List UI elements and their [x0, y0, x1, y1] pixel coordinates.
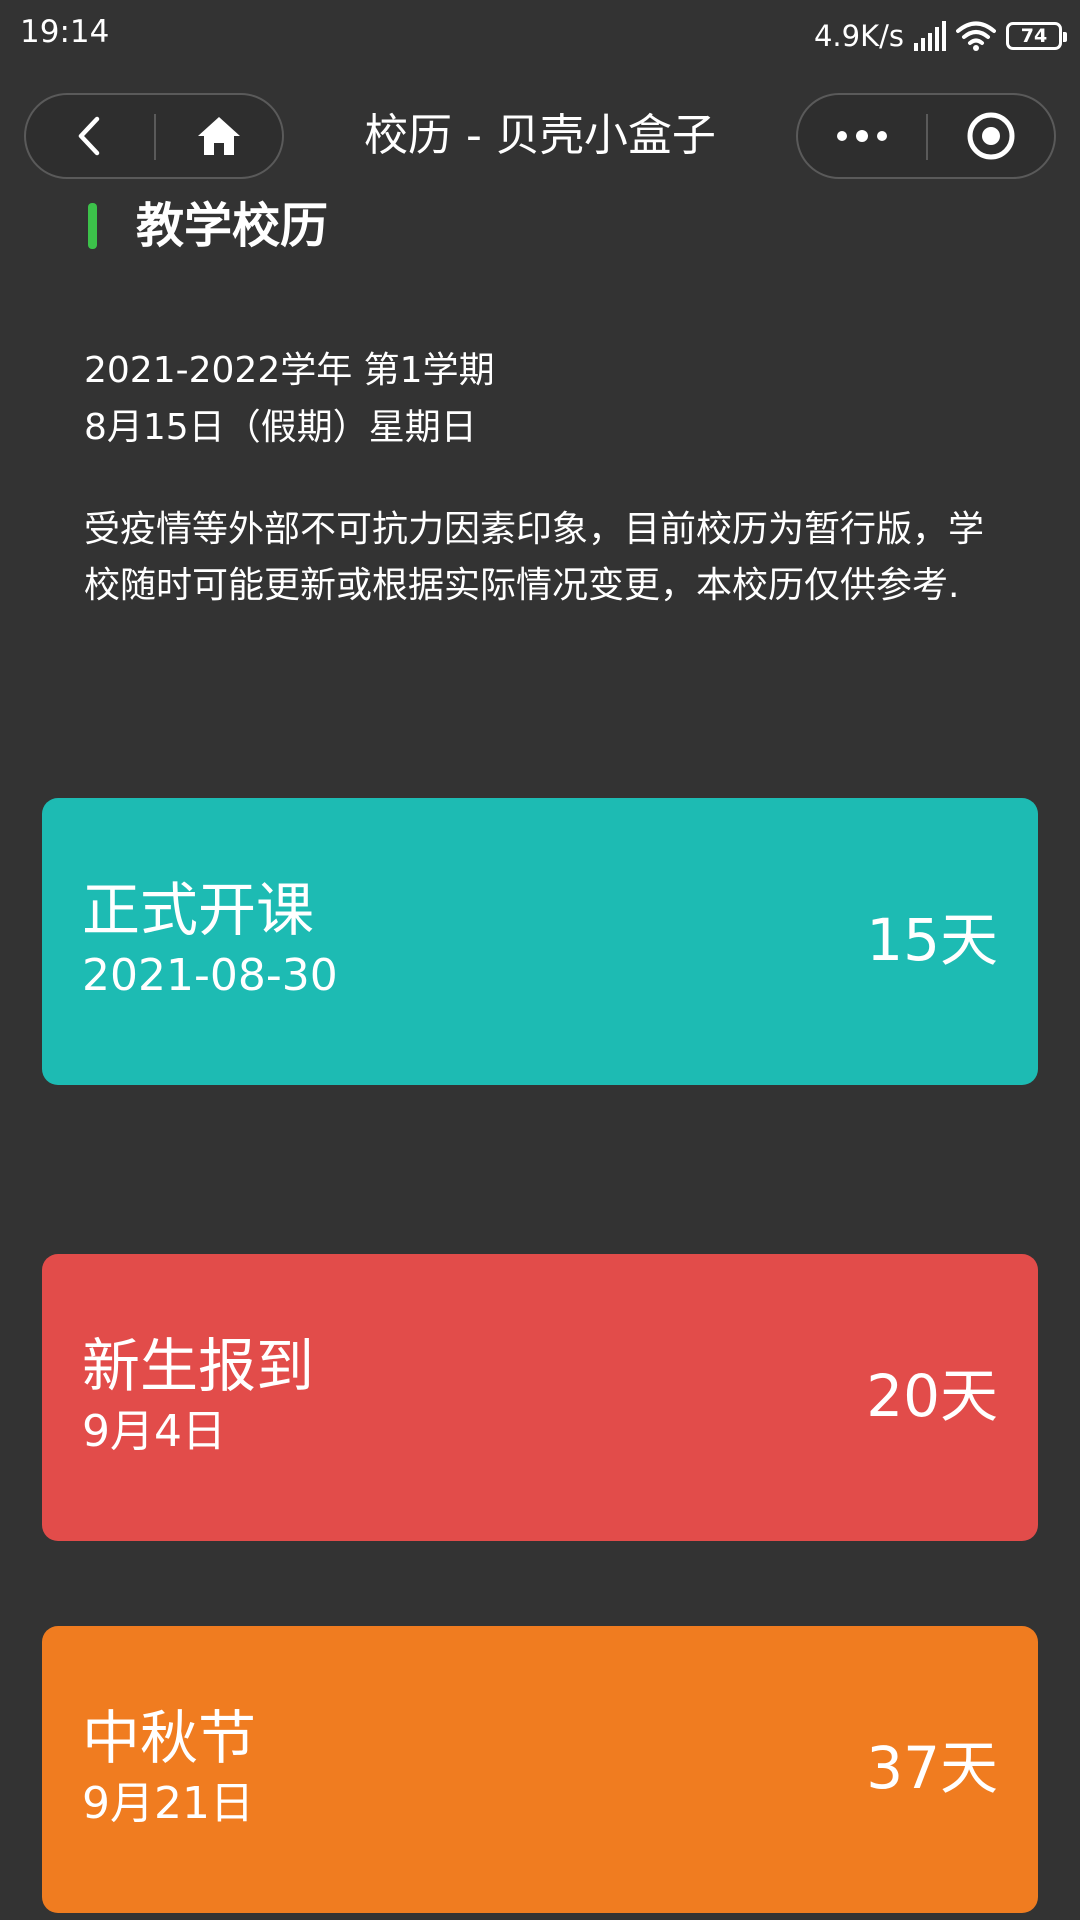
event-card[interactable]: 中秋节 9月21日 37天 [42, 1626, 1038, 1913]
page-title: 校历 - 贝壳小盒子 [364, 110, 716, 161]
status-indicators: 4.9K/s 74 [813, 14, 1067, 58]
event-name: 新生报到 [82, 1332, 315, 1400]
event-days-remaining: 37天 [866, 1734, 998, 1802]
event-days-remaining: 15天 [866, 906, 998, 974]
term-label: 2021-2022学年 第1学期 [84, 350, 495, 391]
section-accent-bar [88, 203, 97, 249]
event-card[interactable]: 新生报到 9月4日 20天 [42, 1254, 1038, 1541]
back-button[interactable] [26, 95, 154, 177]
battery-icon: 74 [1006, 22, 1067, 50]
today-date: 8月15日（假期）星期日 [84, 407, 477, 448]
more-button[interactable] [798, 95, 926, 177]
event-date: 9月21日 [82, 1778, 254, 1829]
event-name: 中秋节 [82, 1704, 257, 1772]
event-days-remaining: 20天 [866, 1362, 998, 1430]
close-miniprogram-button[interactable] [928, 95, 1054, 177]
signal-icon [914, 21, 946, 51]
event-name: 正式开课 [82, 876, 315, 944]
notice-text: 受疫情等外部不可抗力因素印象，目前校历为暂行版，学校随时可能更新或根据实际情况变… [84, 509, 985, 606]
nav-capsule-left [24, 93, 284, 179]
more-icon [837, 130, 887, 142]
home-button[interactable] [156, 95, 282, 177]
event-card[interactable]: 正式开课 2021-08-30 15天 [42, 798, 1038, 1085]
event-date: 9月4日 [82, 1406, 226, 1457]
battery-level: 74 [1020, 24, 1048, 47]
network-speed: 4.9K/s [813, 19, 904, 53]
target-icon [967, 112, 1015, 160]
status-bar: 19:14 4.9K/s 74 [0, 0, 1080, 72]
section-title: 教学校历 [136, 198, 329, 254]
back-icon [78, 116, 100, 156]
wifi-icon [956, 21, 996, 51]
status-time: 19:14 [20, 14, 110, 50]
home-icon [198, 117, 240, 155]
event-date: 2021-08-30 [82, 950, 338, 1001]
nav-capsule-right [796, 93, 1056, 179]
